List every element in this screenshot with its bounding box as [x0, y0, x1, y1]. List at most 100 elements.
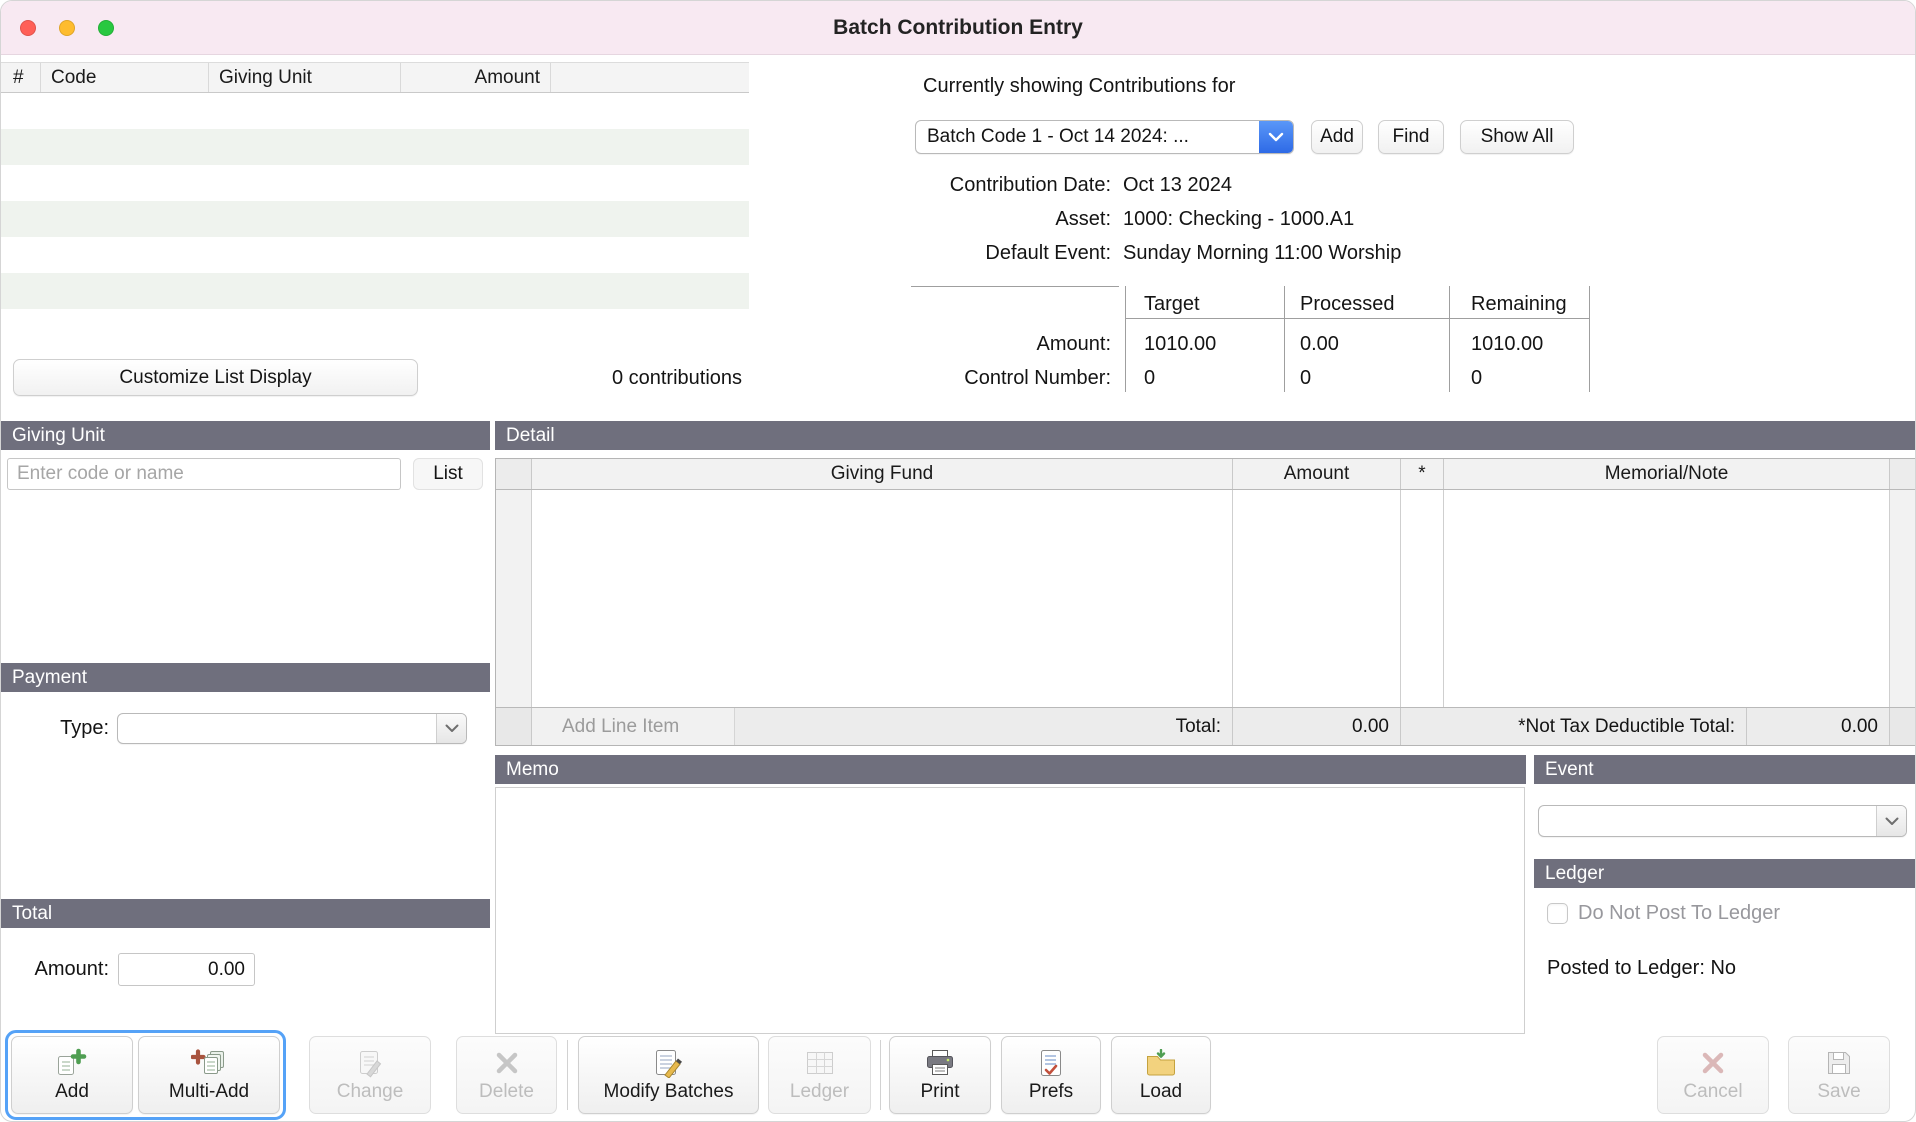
batch-add-button[interactable]: Add: [1311, 120, 1363, 154]
event-select[interactable]: [1538, 805, 1907, 837]
toolbar-separator: [880, 1040, 881, 1110]
button-label: Cancel: [1683, 1081, 1742, 1103]
button-label: Delete: [479, 1081, 534, 1103]
detail-col-star[interactable]: *: [1401, 459, 1444, 489]
detail-body-handle-column: [496, 490, 532, 707]
stats-col-target: Target: [1144, 291, 1200, 317]
modify-batches-icon: [653, 1047, 685, 1079]
cancel-x-icon: [1700, 1047, 1726, 1079]
total-section-bar: Total: [1, 899, 490, 928]
save-disk-icon: [1825, 1047, 1853, 1079]
stats-amount-label: Amount:: [891, 329, 1111, 359]
delete-x-icon: [494, 1047, 520, 1079]
list-column-giving-unit[interactable]: Giving Unit: [209, 63, 401, 92]
customize-list-display-button[interactable]: Customize List Display: [13, 359, 418, 396]
do-not-post-label: Do Not Post To Ledger: [1578, 902, 1780, 925]
not-tax-deductible-label: *Not Tax Deductible Total:: [1401, 708, 1747, 745]
change-button[interactable]: Change: [309, 1036, 431, 1114]
list-column-number[interactable]: #: [1, 63, 41, 92]
section-title: Giving Unit: [12, 425, 105, 447]
batch-select[interactable]: Batch Code 1 - Oct 14 2024: ...: [915, 120, 1294, 154]
detail-body-spacer-column: [1890, 490, 1916, 707]
add-plus-icon: [56, 1047, 88, 1079]
delete-button[interactable]: Delete: [456, 1036, 557, 1114]
detail-body-memorial-column[interactable]: [1444, 490, 1890, 707]
detail-footer-spacer: [1890, 708, 1916, 745]
detail-col-memorial-note[interactable]: Memorial/Note: [1444, 459, 1890, 489]
list-column-amount[interactable]: Amount: [401, 63, 551, 92]
stats-col-processed: Processed: [1300, 291, 1395, 317]
detail-body-giving-fund-column[interactable]: [532, 490, 1233, 707]
modify-batches-button[interactable]: Modify Batches: [578, 1036, 759, 1114]
stats-control-target: 0: [1144, 363, 1155, 393]
prefs-button[interactable]: Prefs: [1001, 1036, 1101, 1114]
total-amount-input[interactable]: [118, 953, 255, 986]
button-label: Prefs: [1029, 1081, 1073, 1103]
currently-showing-label: Currently showing Contributions for: [923, 75, 1235, 98]
stats-header-underline: [1125, 318, 1589, 319]
contribution-count: 0 contributions: [557, 367, 797, 390]
detail-col-amount[interactable]: Amount: [1233, 459, 1401, 489]
stats-control-number-label: Control Number:: [891, 363, 1111, 393]
section-title: Payment: [12, 667, 87, 689]
detail-body-star-column[interactable]: [1401, 490, 1444, 707]
stats-control-remaining: 0: [1471, 363, 1482, 393]
multi-add-icon: [191, 1047, 227, 1079]
detail-table-body[interactable]: [496, 490, 1916, 707]
cancel-button[interactable]: Cancel: [1657, 1036, 1769, 1114]
batch-show-all-button[interactable]: Show All: [1460, 120, 1574, 154]
detail-col-spacer: [1890, 459, 1916, 489]
giving-unit-list-button[interactable]: List: [413, 458, 483, 490]
batch-select-value: Batch Code 1 - Oct 14 2024: ...: [916, 126, 1189, 148]
minimize-window-icon[interactable]: [59, 20, 75, 36]
giving-unit-section-bar: Giving Unit: [1, 421, 490, 450]
close-window-icon[interactable]: [20, 20, 36, 36]
contribution-list-header: # Code Giving Unit Amount: [1, 62, 749, 93]
contribution-date-value: Oct 13 2024: [1123, 170, 1232, 200]
list-column-spacer: [551, 63, 749, 92]
stats-divider: [1284, 286, 1285, 392]
section-title: Ledger: [1545, 863, 1604, 885]
edit-pencil-icon: [356, 1047, 384, 1079]
default-event-value: Sunday Morning 11:00 Worship: [1123, 238, 1401, 268]
ledger-button[interactable]: Ledger: [768, 1036, 871, 1114]
button-label: Modify Batches: [604, 1081, 734, 1103]
chevron-down-icon: [1876, 806, 1906, 836]
toolbar-separator: [567, 1040, 568, 1110]
asset-label: Asset:: [891, 204, 1111, 234]
stats-control-processed: 0: [1300, 363, 1311, 393]
asset-value: 1000: Checking - 1000.A1: [1123, 204, 1354, 234]
chevron-down-icon: [436, 714, 466, 743]
stats-label-top-line: [911, 286, 1119, 287]
contribution-list-body[interactable]: [1, 93, 749, 345]
printer-icon: [925, 1047, 955, 1079]
add-contribution-button[interactable]: Add: [11, 1036, 133, 1114]
payment-section-bar: Payment: [1, 663, 490, 692]
do-not-post-checkbox[interactable]: [1547, 903, 1568, 924]
add-line-item-button[interactable]: Add Line Item: [532, 708, 735, 745]
multi-add-button[interactable]: Multi-Add: [138, 1036, 280, 1114]
button-label: Load: [1140, 1081, 1182, 1103]
stats-divider: [1125, 286, 1126, 392]
print-button[interactable]: Print: [889, 1036, 991, 1114]
giving-unit-search-input[interactable]: [7, 458, 401, 490]
detail-total-label: Total:: [735, 708, 1233, 745]
prefs-document-icon: [1038, 1047, 1064, 1079]
total-amount-label: Amount:: [11, 953, 109, 986]
detail-col-giving-fund[interactable]: Giving Fund: [532, 459, 1233, 489]
list-column-code[interactable]: Code: [41, 63, 209, 92]
zoom-window-icon[interactable]: [98, 20, 114, 36]
button-label: Change: [337, 1081, 404, 1103]
stats-amount-remaining: 1010.00: [1471, 329, 1543, 359]
detail-table-header: Giving Fund Amount * Memorial/Note: [496, 459, 1916, 490]
payment-type-select[interactable]: [117, 713, 467, 744]
memo-textarea[interactable]: [495, 787, 1525, 1034]
stats-divider: [1449, 286, 1450, 392]
section-title: Event: [1545, 759, 1594, 781]
stats-amount-processed: 0.00: [1300, 329, 1339, 359]
batch-find-button[interactable]: Find: [1378, 120, 1444, 154]
detail-body-amount-column[interactable]: [1233, 490, 1401, 707]
detail-table: Giving Fund Amount * Memorial/Note Add L…: [495, 458, 1916, 746]
load-button[interactable]: Load: [1111, 1036, 1211, 1114]
save-button[interactable]: Save: [1788, 1036, 1890, 1114]
